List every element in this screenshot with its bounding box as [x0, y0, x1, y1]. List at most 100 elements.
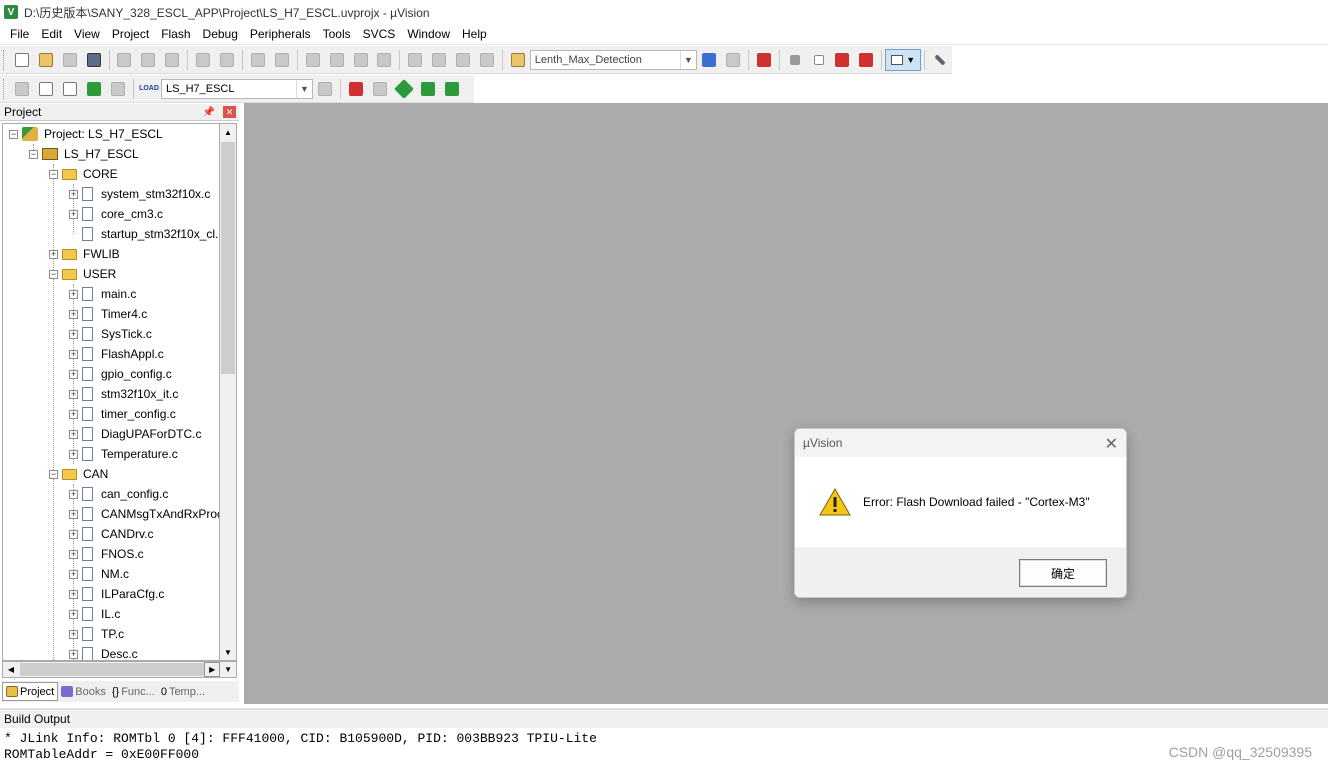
menu-svcs[interactable]: SVCS: [357, 24, 402, 45]
collapse-icon[interactable]: −: [29, 149, 38, 159]
tree-file[interactable]: + system_stm32f10x.c: [69, 184, 210, 204]
expand-icon[interactable]: +: [69, 489, 78, 499]
collapse-icon[interactable]: −: [49, 169, 58, 179]
tree-file[interactable]: + Desc.c: [69, 644, 138, 660]
expand-icon[interactable]: +: [69, 189, 78, 199]
tree-vertical-scrollbar[interactable]: ▲ ▼: [220, 123, 237, 661]
cut-button[interactable]: [114, 49, 136, 71]
stop-build-button[interactable]: [107, 78, 129, 100]
scroll-left-arrow-icon[interactable]: ◀: [3, 665, 19, 674]
collapse-icon[interactable]: −: [9, 129, 18, 139]
tree-file[interactable]: + can_config.c: [69, 484, 168, 504]
bookmark-prev-button[interactable]: [326, 49, 348, 71]
expand-icon[interactable]: +: [69, 589, 78, 599]
expand-icon[interactable]: +: [69, 649, 78, 659]
find-button[interactable]: [698, 49, 720, 71]
tab-templates[interactable]: 0 Temp...: [158, 682, 208, 701]
incremental-find-button[interactable]: [722, 49, 744, 71]
bookmark-next-button[interactable]: [350, 49, 372, 71]
tree-file[interactable]: + FNOS.c: [69, 544, 144, 564]
tree-file[interactable]: + stm32f10x_it.c: [69, 384, 178, 404]
breakpoint-enable-button[interactable]: [808, 49, 830, 71]
open-file-button[interactable]: [35, 49, 57, 71]
manage-rte-button[interactable]: [417, 78, 439, 100]
expand-icon[interactable]: +: [69, 449, 78, 459]
collapse-icon[interactable]: −: [49, 469, 58, 479]
expand-icon[interactable]: +: [69, 329, 78, 339]
tab-project[interactable]: Project: [2, 682, 59, 701]
tree-file[interactable]: + DiagUPAForDTC.c: [69, 424, 201, 444]
tree-file[interactable]: + ILParaCfg.c: [69, 584, 164, 604]
tree-file[interactable]: + SysTick.c: [69, 324, 152, 344]
scrollbar-thumb[interactable]: [221, 142, 235, 374]
scroll-up-arrow-icon[interactable]: ▲: [220, 124, 236, 140]
expand-icon[interactable]: +: [69, 289, 78, 299]
tree-target[interactable]: − LS_H7_ESCL: [29, 144, 139, 164]
indent-button[interactable]: [404, 49, 426, 71]
tree-file[interactable]: + NM.c: [69, 564, 129, 584]
breakpoint-insert-button[interactable]: [784, 49, 806, 71]
paste-button[interactable]: [161, 49, 183, 71]
tree-file[interactable]: + gpio_config.c: [69, 364, 172, 384]
nav-forward-button[interactable]: [271, 49, 293, 71]
tree-file[interactable]: + core_cm3.c: [69, 204, 163, 224]
tree-group-can[interactable]: − CAN: [49, 464, 108, 484]
tree-file[interactable]: + timer_config.c: [69, 404, 176, 424]
tree-project-root[interactable]: − Project: LS_H7_ESCL: [9, 124, 163, 144]
tree-file[interactable]: + Timer4.c: [69, 304, 147, 324]
undo-button[interactable]: [192, 49, 214, 71]
translate-button[interactable]: [11, 78, 33, 100]
menu-project[interactable]: Project: [106, 24, 155, 45]
menu-help[interactable]: Help: [456, 24, 493, 45]
bookmark-clear-button[interactable]: [373, 49, 395, 71]
tree-horizontal-scrollbar[interactable]: ◀ ▶ ▼: [2, 661, 237, 678]
expand-icon[interactable]: +: [49, 249, 58, 259]
menu-tools[interactable]: Tools: [317, 24, 357, 45]
scrollbar-thumb[interactable]: [19, 663, 205, 676]
expand-icon[interactable]: +: [69, 389, 78, 399]
bookmark-toggle-button[interactable]: [302, 49, 324, 71]
expand-icon[interactable]: +: [69, 309, 78, 319]
configure-button[interactable]: [929, 49, 951, 71]
redo-button[interactable]: [216, 49, 238, 71]
file-extensions-button[interactable]: [369, 78, 391, 100]
pack-installer-button[interactable]: [441, 78, 463, 100]
menu-flash[interactable]: Flash: [155, 24, 196, 45]
chevron-down-icon[interactable]: ▼: [296, 79, 312, 98]
uncomment-button[interactable]: [476, 49, 498, 71]
breakpoint-kill-all-button[interactable]: [855, 49, 877, 71]
expand-icon[interactable]: +: [69, 529, 78, 539]
target-select-combo[interactable]: LS_H7_ESCL ▼: [161, 78, 313, 99]
expand-icon[interactable]: +: [69, 409, 78, 419]
collapse-icon[interactable]: −: [49, 269, 58, 279]
select-packs-button[interactable]: [393, 78, 415, 100]
expand-icon[interactable]: +: [69, 209, 78, 219]
debug-session-button[interactable]: [753, 49, 775, 71]
expand-icon[interactable]: +: [69, 609, 78, 619]
tree-file[interactable]: + Temperature.c: [69, 444, 178, 464]
tree-group-core[interactable]: − CORE: [49, 164, 118, 184]
window-layout-dropdown[interactable]: ▼: [885, 48, 922, 71]
batch-build-button[interactable]: [83, 78, 105, 100]
menu-edit[interactable]: Edit: [35, 24, 68, 45]
rebuild-button[interactable]: [59, 78, 81, 100]
expand-icon[interactable]: +: [69, 509, 78, 519]
tree-file[interactable]: + TP.c: [69, 624, 124, 644]
toolbar-grip[interactable]: [3, 49, 7, 70]
menu-peripherals[interactable]: Peripherals: [244, 24, 317, 45]
tree-file[interactable]: + CANDrv.c: [69, 524, 153, 544]
menu-file[interactable]: File: [4, 24, 35, 45]
tree-file[interactable]: + main.c: [69, 284, 136, 304]
copy-button[interactable]: [137, 49, 159, 71]
menu-debug[interactable]: Debug: [197, 24, 244, 45]
unindent-button[interactable]: [428, 49, 450, 71]
find-in-files-button[interactable]: [507, 49, 529, 71]
ok-button[interactable]: 确定: [1019, 559, 1107, 587]
breakpoint-disable-all-button[interactable]: [831, 49, 853, 71]
scroll-down-arrow-icon[interactable]: ▼: [220, 665, 236, 674]
toolbar-grip[interactable]: [3, 78, 7, 99]
menu-window[interactable]: Window: [401, 24, 456, 45]
new-file-button[interactable]: [11, 49, 33, 71]
pin-icon[interactable]: 📌: [203, 107, 215, 118]
target-options-button[interactable]: [314, 78, 336, 100]
